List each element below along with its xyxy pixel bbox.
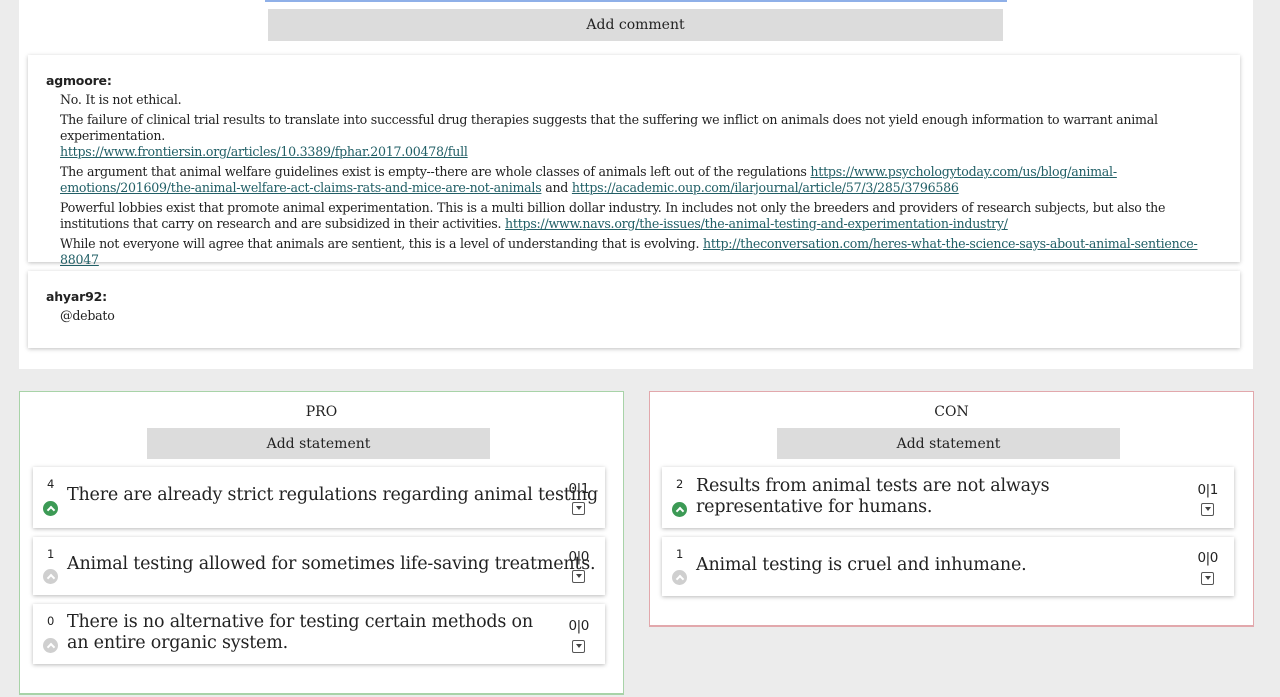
upvote-icon[interactable] — [43, 569, 58, 584]
statement-score: 0|0 — [568, 549, 589, 565]
comment-card: agmoore: No. It is not ethical. The fail… — [28, 55, 1240, 267]
comment-author: ahyar92: — [46, 289, 107, 304]
statement-text[interactable]: There are already strict regulations reg… — [67, 485, 598, 506]
comment-card: ahyar92: @debato — [28, 271, 1240, 348]
statement-score: 0|0 — [568, 618, 589, 634]
upvote-icon[interactable] — [672, 570, 687, 585]
add-pro-statement-button[interactable]: Add statement — [147, 428, 490, 459]
statement-card: 0 There is no alternative for testing ce… — [33, 604, 605, 664]
comment-paragraph: The argument that animal welfare guideli… — [60, 164, 1117, 195]
add-comment-button[interactable]: Add comment — [268, 9, 1003, 41]
comment-body: No. It is not ethical. The failure of cl… — [60, 92, 1220, 272]
statement-text[interactable]: Results from animal tests are not always… — [696, 476, 1176, 518]
comment-input-underline[interactable] — [265, 0, 1007, 2]
statement-card: 4 There are already strict regulations r… — [33, 467, 605, 528]
comment-paragraph: No. It is not ethical. — [60, 92, 182, 107]
comment-paragraph: The failure of clinical trial results to… — [60, 112, 1158, 159]
expand-dropdown-icon[interactable] — [572, 502, 585, 515]
comment-link[interactable]: https://academic.oup.com/ilarjournal/art… — [572, 180, 959, 195]
statement-card: 1 Animal testing is cruel and inhumane. … — [662, 537, 1234, 596]
statement-vote-count: 0 — [47, 614, 55, 628]
con-column: CON Add statement 2 Results from animal … — [649, 391, 1254, 627]
statement-card: 2 Results from animal tests are not alwa… — [662, 467, 1234, 528]
expand-dropdown-icon[interactable] — [1201, 503, 1214, 516]
statement-vote-count: 4 — [47, 477, 55, 491]
comment-author: agmoore: — [46, 73, 112, 88]
expand-dropdown-icon[interactable] — [572, 570, 585, 583]
comment-link[interactable]: https://www.navs.org/the-issues/the-anim… — [505, 216, 1008, 231]
con-column-title: CON — [934, 404, 969, 420]
upvote-icon[interactable] — [672, 502, 687, 517]
comment-link[interactable]: https://www.frontiersin.org/articles/10.… — [60, 144, 468, 159]
statement-vote-count: 1 — [676, 547, 684, 561]
expand-dropdown-icon[interactable] — [572, 640, 585, 653]
statement-text[interactable]: There is no alternative for testing cert… — [67, 612, 537, 654]
upvote-icon[interactable] — [43, 638, 58, 653]
pro-column: PRO Add statement 4 There are already st… — [19, 391, 624, 695]
expand-dropdown-icon[interactable] — [1201, 572, 1214, 585]
pro-column-title: PRO — [305, 404, 338, 420]
add-con-statement-button[interactable]: Add statement — [777, 428, 1120, 459]
statement-score: 0|1 — [1197, 482, 1218, 498]
comment-paragraph: Powerful lobbies exist that promote anim… — [60, 200, 1166, 231]
statement-vote-count: 2 — [676, 477, 684, 491]
statement-score: 0|0 — [1197, 550, 1218, 566]
statement-text[interactable]: Animal testing allowed for sometimes lif… — [67, 554, 596, 575]
comment-paragraph: While not everyone will agree that anima… — [60, 236, 1198, 267]
statement-text[interactable]: Animal testing is cruel and inhumane. — [696, 555, 1027, 576]
upvote-icon[interactable] — [43, 501, 58, 516]
statement-vote-count: 1 — [47, 547, 55, 561]
comment-paragraph: @debato — [60, 308, 115, 323]
comment-body: @debato — [60, 308, 1220, 328]
statement-card: 1 Animal testing allowed for sometimes l… — [33, 537, 605, 595]
statement-score: 0|1 — [568, 481, 589, 497]
